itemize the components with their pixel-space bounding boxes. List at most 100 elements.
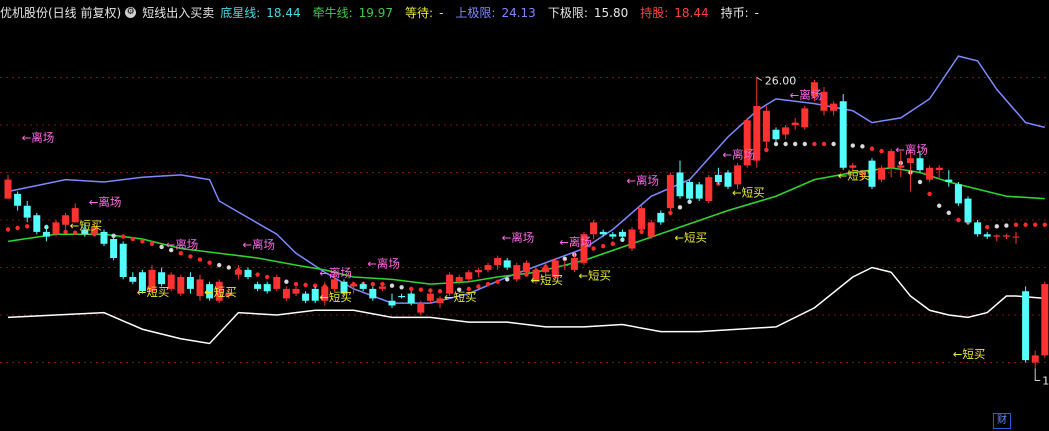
candle-body: [638, 208, 646, 230]
candle-body: [196, 279, 204, 296]
candle-body: [4, 179, 12, 199]
signal-label: ←离场: [626, 173, 659, 187]
candle-body: [916, 158, 924, 171]
dot-marker: [860, 144, 865, 149]
signal-label: ←短买: [953, 347, 986, 361]
candle-body: [522, 262, 530, 273]
candle-body: [282, 288, 290, 299]
indicator-lower: 下极限: 15.80: [547, 5, 629, 20]
finance-badge[interactable]: 财: [993, 413, 1011, 429]
candle-body: [273, 277, 281, 289]
candle-body: [1022, 291, 1030, 361]
candle-body: [1012, 236, 1020, 238]
dot-marker: [418, 287, 423, 292]
candle-body: [772, 129, 780, 140]
signal-label: ←离场: [722, 147, 755, 161]
candle-body: [110, 239, 118, 258]
signal-label: ←离场: [22, 131, 55, 145]
candle-body: [263, 284, 271, 292]
candle-body: [676, 172, 684, 197]
candle-body: [23, 205, 31, 218]
candle-body: [359, 284, 367, 289]
dot-marker: [437, 289, 443, 294]
dot-marker: [409, 286, 414, 292]
signal-label: ←短买: [530, 273, 563, 287]
candle-body: [330, 279, 338, 289]
candle-body: [254, 284, 262, 289]
dot-marker: [485, 281, 491, 287]
dot-marker: [668, 210, 673, 216]
dot-marker: [985, 224, 990, 230]
signal-label: ←短买: [204, 285, 237, 299]
dot-marker: [207, 260, 212, 265]
candle-body: [590, 222, 598, 235]
candle-body: [14, 193, 22, 206]
candle-body: [302, 293, 310, 301]
candle-body: [609, 234, 617, 237]
candle-body: [791, 122, 799, 125]
dot-marker: [994, 224, 999, 229]
dot-marker: [217, 262, 222, 268]
candle-body: [465, 272, 473, 280]
candle-body: [734, 165, 742, 185]
dot-marker: [399, 285, 404, 290]
candle-body: [724, 172, 732, 187]
candlestick-chart[interactable]: 26.00 13.75 ←离场 ←离场 ←短买 ←短买 ←离场 ←短买 ←离场 ←离场 ←短买 ←离场…: [0, 0, 1049, 431]
dot-marker: [937, 203, 942, 208]
signal-label: ←离场: [502, 230, 535, 244]
indicator-bottom-star: 底星线: 18.44: [220, 5, 301, 20]
candle-body: [762, 110, 770, 142]
signal-label: ←离场: [559, 235, 592, 249]
dot-marker: [188, 254, 193, 259]
indicator-cash: 持币: -: [720, 5, 760, 20]
candle-body: [618, 231, 626, 237]
candle-body: [887, 151, 895, 168]
candle-body: [945, 179, 953, 182]
formula-name[interactable]: 短线出入买卖: [142, 4, 214, 21]
candle-body: [714, 174, 722, 182]
candle-body: [455, 277, 463, 282]
dot-marker: [869, 146, 875, 151]
dot-marker: [121, 234, 126, 239]
signal-label: ←短买: [137, 285, 170, 299]
dot-marker: [293, 281, 299, 287]
signal-label: ←短买: [70, 219, 103, 233]
gear-icon[interactable]: ⚙: [125, 6, 137, 18]
candle-body: [311, 288, 319, 301]
dot-marker: [783, 141, 788, 147]
signal-label: ←短买: [838, 169, 871, 183]
low-price-label: 13.75: [1042, 374, 1049, 387]
candle-body: [983, 234, 991, 237]
candle-body: [964, 198, 972, 223]
candle-body: [513, 265, 521, 280]
low-pointer: [1034, 368, 1041, 381]
candle-body: [417, 303, 425, 313]
dot-marker: [284, 279, 289, 284]
candle-body: [494, 258, 502, 266]
dot-marker: [255, 272, 260, 277]
candle-body: [628, 229, 636, 249]
candle-body: [436, 298, 444, 304]
candle-body: [1041, 284, 1049, 356]
high-price-label: 26.00: [765, 75, 797, 88]
dot-marker: [831, 141, 836, 147]
candle-body: [1002, 235, 1010, 237]
candle-body: [878, 167, 886, 180]
candle-body: [234, 269, 242, 275]
dot-marker: [197, 257, 203, 262]
candle-body: [244, 269, 252, 277]
dot-marker: [850, 143, 855, 148]
stock-title[interactable]: 优机股份(日线 前复权): [0, 4, 121, 21]
candle-body: [570, 258, 578, 270]
dot-marker: [879, 148, 884, 154]
dot-marker: [677, 205, 683, 210]
candle-body: [1031, 355, 1039, 363]
candle-body: [62, 215, 70, 225]
candle-body: [186, 277, 194, 289]
high-pointer: [756, 77, 763, 81]
candle-body: [378, 286, 386, 289]
candle-body: [657, 212, 665, 223]
candle-body: [33, 215, 41, 232]
candle-body: [686, 182, 694, 199]
candle-body: [503, 260, 511, 268]
